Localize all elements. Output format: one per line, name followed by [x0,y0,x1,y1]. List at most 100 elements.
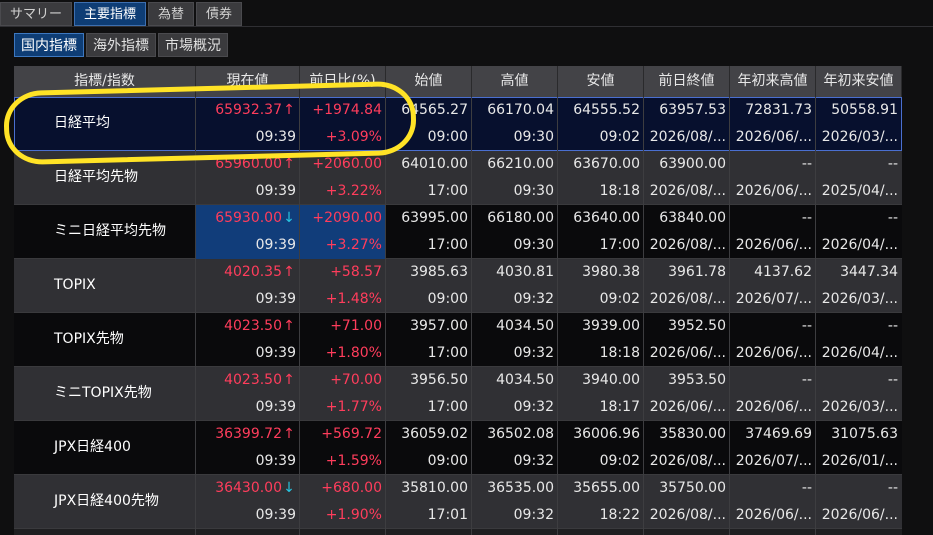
column-header[interactable]: 高値 [472,66,558,97]
indicator-name: TOPIX先物 [54,331,124,347]
market-indicators-table: 指標/指数 現在値 前日比(%) 始値 高値 安値 前日終値 年初来高値 年初来安値 日経平均 6… [14,66,902,535]
indicator-name: ミニ日経平均先物 [54,223,166,239]
indicator-name: ミニTOPIX先物 [54,385,152,401]
indicator-name: JPX日経400先物 [54,493,159,509]
cell-time: 09:39 [255,507,296,523]
cell-open: 36059.02 [401,426,468,442]
table-row[interactable]: 日経平均先物 65960.00↑ +2060.00 64010.00 66210.00 6… [14,151,902,205]
top-tab[interactable]: サマリー [0,2,73,26]
column-header[interactable]: 年初来高値 [730,66,816,97]
current-price: 4020.35 [224,264,282,280]
cell-time: 09:39 [196,232,300,259]
cell-open: 64565.27 [401,102,468,118]
column-divider [471,97,472,535]
cell-low: 36006.96 [573,426,640,442]
sub-tab[interactable]: 海外指標 [86,33,156,57]
cell-prev-d: 2026/08/... [649,129,726,145]
cell-low-t: 18:22 [599,507,640,523]
cell-prev: 35830.00 [659,426,726,442]
arrow-up-icon: ↑ [283,318,295,334]
cell-price: 36399.72↑ [196,421,300,448]
current-price: 4023.50 [224,372,282,388]
cell-time: 09:39 [255,453,296,469]
column-header[interactable]: 始値 [386,66,472,97]
cell-high-t: 09:30 [513,237,554,253]
cell-time: 09:39 [255,291,296,307]
table-row[interactable]: ミニTOPIX先物 4023.50↑ +70.00 3956.50 4034.50 394… [14,367,902,421]
sub-tab[interactable]: 市場概況 [158,33,228,57]
cell-open-t: 17:00 [427,345,468,361]
cell-chg: +58.57 [330,264,382,280]
cell-yh-d: 2026/07/... [735,453,812,469]
table-row[interactable]: 日経平均 65932.37↑ +1974.84 64565.27 66170.04 645… [14,97,902,151]
left-gutter [0,59,14,535]
table-row[interactable]: ミニ日経平均先物 65930.00↓ +2090.00 63995.00 66180.0… [14,205,902,259]
cell-price: 65932.37↑ [196,97,300,124]
column-divider [557,97,558,535]
cell-high: 4034.50 [496,372,554,388]
cell-yh: 37469.69 [745,426,812,442]
cell-high-t: 09:32 [513,399,554,415]
cell-prev: 3952.50 [668,318,726,334]
cell-open-t: 09:00 [427,129,468,145]
table-header: 指標/指数 現在値 前日比(%) 始値 高値 安値 前日終値 年初来高値 年初来安値 [14,66,902,97]
arrow-up-icon: ↑ [283,426,295,442]
column-divider [815,97,816,535]
arrow-down-icon: ↓ [283,480,295,496]
cell-low: 35655.00 [573,480,640,496]
cell-yl-d: 2026/04/... [821,237,898,253]
table-row[interactable]: JPX日経400 36399.72↑ +569.72 36059.02 36502.08… [14,421,902,475]
cell-yl-d: 2026/03/... [821,291,898,307]
cell-low: 63670.00 [573,156,640,172]
cell-high-t: 09:30 [513,129,554,145]
cell-pct: +3.22% [325,183,382,199]
top-tab-bar: サマリー 主要指標 為替 債券 [0,0,933,27]
top-tab[interactable]: 債券 [196,2,243,26]
column-header[interactable]: 前日比(%) [300,66,386,97]
cell-low: 3940.00 [582,372,640,388]
cell-open: 63995.00 [401,210,468,226]
arrow-up-icon: ↑ [283,264,295,280]
cell-yl: -- [887,210,898,226]
column-header[interactable]: 現在値 [196,66,300,97]
cell-price: 65960.00↑ [196,151,300,178]
cell-yl: -- [887,480,898,496]
cell-high: 66170.04 [487,102,554,118]
cell-high: 4030.81 [496,264,554,280]
cell-pct: +1.48% [325,291,382,307]
table-row[interactable]: TOPIX先物 4023.50↑ +71.00 3957.00 4034.50 3939.… [14,313,902,367]
cell-prev-d: 2026/08/... [649,453,726,469]
cell-price: 36430.00↓ [196,475,300,502]
table-row[interactable]: TOPIX 4020.35↑ +58.57 3985.63 4030.81 3980.38… [14,259,902,313]
cell-prev: 63957.53 [659,102,726,118]
cell-chg: +569.72 [321,426,382,442]
cell-high: 66180.00 [487,210,554,226]
cell-open-t: 17:00 [427,399,468,415]
cell-chg: +1974.84 [312,102,382,118]
column-header[interactable]: 安値 [558,66,644,97]
top-tab[interactable]: 主要指標 [74,2,147,26]
cell-yh-d: 2026/07/... [735,291,812,307]
column-header[interactable]: 指標/指数 [14,66,196,97]
table-row[interactable]: JPX日経400先物 36430.00↓ +680.00 35810.00 36535.… [14,475,902,529]
cell-open: 3956.50 [410,372,468,388]
cell-prev: 3961.78 [668,264,726,280]
cell-high-t: 09:32 [513,453,554,469]
column-header[interactable]: 年初来安値 [816,66,902,97]
cell-yh: -- [801,210,812,226]
cell-yl: -- [887,318,898,334]
cell-yh-d: 2026/06/... [735,507,812,523]
cell-low-t: 18:18 [599,345,640,361]
cell-yh-d: 2026/06/... [735,345,812,361]
top-tab[interactable]: 為替 [148,2,195,26]
cell-chg: +2090.00 [300,205,386,232]
cell-high: 66210.00 [487,156,554,172]
cell-low: 3939.00 [582,318,640,334]
column-header[interactable]: 前日終値 [644,66,730,97]
cell-chg: +70.00 [330,372,382,388]
cell-prev: 63840.00 [659,210,726,226]
sub-tab[interactable]: 国内指標 [14,33,84,57]
cell-high: 36502.08 [487,426,554,442]
cell-open-t: 17:01 [427,507,468,523]
cell-yh-d: 2026/06/... [735,129,812,145]
